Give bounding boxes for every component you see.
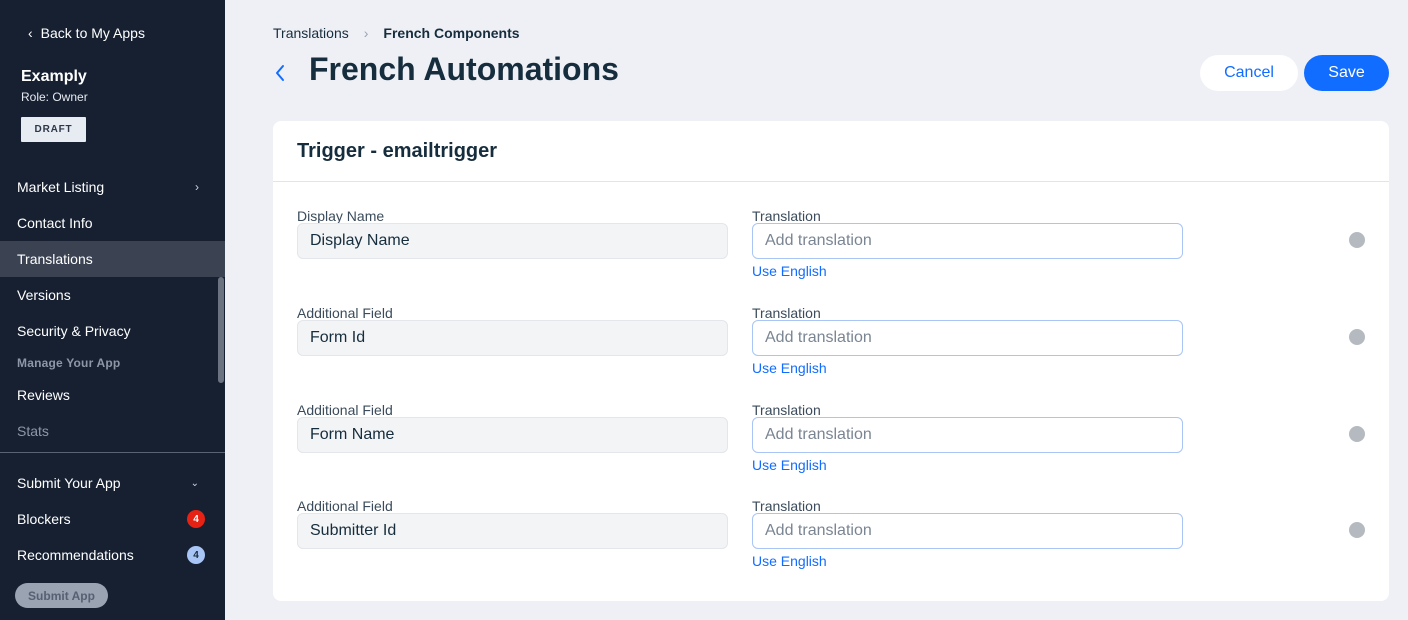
translation-card: Trigger - emailtrigger Display Name Disp… xyxy=(273,121,1389,601)
sidebar-item-security-privacy[interactable]: Security & Privacy xyxy=(0,313,225,349)
source-label: Additional Field xyxy=(297,498,393,514)
status-badge: DRAFT xyxy=(21,117,86,142)
sidebar-item-label: Market Listing xyxy=(17,179,105,195)
card-divider xyxy=(273,181,1389,182)
card-title: Trigger - emailtrigger xyxy=(297,140,498,162)
sidebar-item-label: Security & Privacy xyxy=(17,323,131,339)
translation-row: Display Name Display Name Translation Us… xyxy=(273,208,1389,305)
translation-input[interactable] xyxy=(752,513,1183,549)
sidebar-item-label: Translations xyxy=(17,251,93,267)
app-name: Examply xyxy=(21,68,87,85)
sidebar-item-label: Submit Your App xyxy=(17,475,121,491)
sidebar-scrollbar[interactable] xyxy=(218,277,224,383)
status-dot-icon xyxy=(1349,426,1365,442)
sidebar-item-stats[interactable]: Stats xyxy=(0,413,225,449)
sidebar-item-label: Contact Info xyxy=(17,215,93,231)
use-english-link[interactable]: Use English xyxy=(752,553,827,569)
back-to-apps-link[interactable]: ‹ Back to My Apps xyxy=(28,25,145,41)
sidebar-item-recommendations[interactable]: Recommendations 4 xyxy=(0,537,225,573)
translation-input[interactable] xyxy=(752,223,1183,259)
source-label: Display Name xyxy=(297,208,385,224)
submit-app-button[interactable]: Submit App xyxy=(15,583,108,608)
back-arrow-icon[interactable] xyxy=(270,59,290,87)
breadcrumb-translations[interactable]: Translations xyxy=(273,25,349,41)
chevron-right-icon: › xyxy=(195,180,199,194)
translation-row: Additional Field Form Id Translation Use… xyxy=(273,305,1389,402)
use-english-link[interactable]: Use English xyxy=(752,457,827,473)
translation-row: Additional Field Submitter Id Translatio… xyxy=(273,498,1389,595)
app-role: Role: Owner xyxy=(21,90,88,104)
use-english-link[interactable]: Use English xyxy=(752,360,827,376)
source-value: Display Name xyxy=(297,223,728,259)
source-label: Additional Field xyxy=(297,402,393,418)
status-dot-icon xyxy=(1349,522,1365,538)
back-to-apps-label: Back to My Apps xyxy=(40,25,145,41)
translation-label: Translation xyxy=(752,402,821,418)
source-value: Submitter Id xyxy=(297,513,728,549)
sidebar-item-contact-info[interactable]: Contact Info xyxy=(0,205,225,241)
translation-input[interactable] xyxy=(752,320,1183,356)
sidebar-item-translations[interactable]: Translations xyxy=(0,241,225,277)
source-value: Form Name xyxy=(297,417,728,453)
recommendations-count-badge: 4 xyxy=(187,546,205,564)
source-label: Additional Field xyxy=(297,305,393,321)
translation-row: Additional Field Form Name Translation U… xyxy=(273,402,1389,499)
sidebar-item-market-listing[interactable]: Market Listing › xyxy=(0,169,225,205)
source-value: Form Id xyxy=(297,320,728,356)
sidebar-item-reviews[interactable]: Reviews xyxy=(0,377,225,413)
breadcrumb-current: French Components xyxy=(383,25,520,41)
sidebar-item-label: Recommendations xyxy=(17,547,134,563)
page-title: French Automations xyxy=(309,51,619,87)
sidebar-item-label: Versions xyxy=(17,287,71,303)
blockers-count-badge: 4 xyxy=(187,510,205,528)
sidebar: ‹ Back to My Apps Examply Role: Owner DR… xyxy=(0,0,225,620)
sidebar-divider xyxy=(0,452,225,453)
chevron-left-icon: ‹ xyxy=(28,25,33,41)
status-dot-icon xyxy=(1349,232,1365,248)
translation-label: Translation xyxy=(752,305,821,321)
save-button[interactable]: Save xyxy=(1304,55,1389,91)
sidebar-item-blockers[interactable]: Blockers 4 xyxy=(0,501,225,537)
sidebar-item-versions[interactable]: Versions xyxy=(0,277,225,313)
translation-input[interactable] xyxy=(752,417,1183,453)
sidebar-item-label: Reviews xyxy=(17,387,70,403)
use-english-link[interactable]: Use English xyxy=(752,263,827,279)
sidebar-item-label: Blockers xyxy=(17,511,71,527)
sidebar-item-submit-your-app[interactable]: Submit Your App ⌄ xyxy=(0,465,225,501)
chevron-down-icon: ⌄ xyxy=(190,477,199,489)
sidebar-item-label: Stats xyxy=(17,423,49,439)
status-dot-icon xyxy=(1349,329,1365,345)
breadcrumb-chevron-icon: › xyxy=(363,25,369,41)
translation-label: Translation xyxy=(752,498,821,514)
cancel-button[interactable]: Cancel xyxy=(1200,55,1298,91)
breadcrumb: Translations › French Components xyxy=(273,25,520,41)
section-manage-your-app: Manage Your App xyxy=(17,356,121,370)
translation-label: Translation xyxy=(752,208,821,224)
